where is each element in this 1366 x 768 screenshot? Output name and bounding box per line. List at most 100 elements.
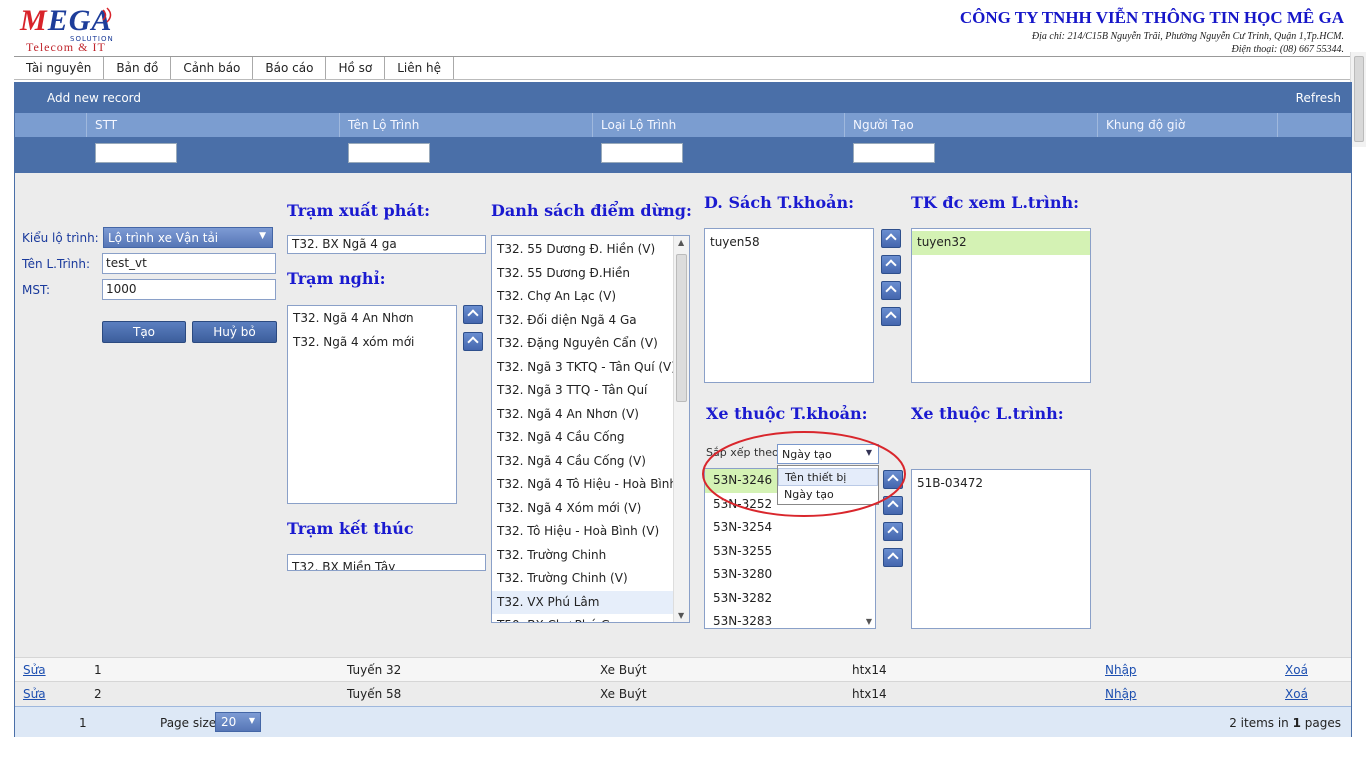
cell-stt: 1	[94, 663, 102, 677]
page-size-label: Page size:	[160, 716, 221, 730]
refresh-button[interactable]: Refresh	[1296, 91, 1341, 105]
list-item[interactable]: 53N-3283	[705, 610, 875, 628]
tao-button[interactable]: Tạo	[102, 321, 186, 343]
list-item[interactable]: T32. Ngã 3 TTQ - Tân Quí	[492, 379, 673, 403]
ds-tkhoan-title: D. Sách T.khoản:	[704, 193, 855, 212]
scroll-down-icon[interactable]: ▼	[866, 617, 872, 626]
cell-stt: 2	[94, 687, 102, 701]
cell-ten: Tuyến 58	[347, 687, 402, 701]
company-name: CÔNG TY TNHH VIỄN THÔNG TIN HỌC MÊ GA	[959, 8, 1344, 27]
header-khung-do-gio[interactable]: Khung độ giờ	[1098, 113, 1278, 137]
list-item[interactable]: T32. Ngã 4 xóm mới	[288, 331, 456, 355]
list-item[interactable]: T32. Ngã 4 Xóm mới (V)	[492, 497, 673, 521]
page-scrollbar[interactable]	[1350, 52, 1366, 147]
page-number[interactable]: 1	[79, 716, 87, 730]
add-new-record-button[interactable]: Add new record	[47, 91, 141, 105]
scroll-down-icon[interactable]: ▼	[678, 611, 684, 620]
huy-bo-button[interactable]: Huỷ bỏ	[192, 321, 277, 343]
table-row: Sửa 1 Tuyến 32 Xe Buýt htx14 Nhập Xoá	[15, 657, 1351, 681]
filter-nguoi-input[interactable]	[853, 143, 935, 163]
tk-xem-list[interactable]: tuyen32	[911, 228, 1091, 383]
move-up-button[interactable]	[883, 470, 903, 489]
list-item[interactable]: 53N-3282	[705, 587, 875, 611]
move-up-button[interactable]	[463, 305, 483, 324]
filter-stt-input[interactable]	[95, 143, 177, 163]
edit-link[interactable]: Sửa	[23, 687, 46, 701]
delete-link[interactable]: Xoá	[1285, 687, 1308, 701]
filter-ten-input[interactable]	[348, 143, 430, 163]
nhap-link[interactable]: Nhập	[1105, 663, 1137, 677]
list-item[interactable]: T32. Đặng Nguyên Cẩn (V)	[492, 332, 673, 356]
list-item[interactable]: T32. Ngã 3 TKTQ - Tân Quí (V)	[492, 356, 676, 380]
list-item[interactable]: T32. Chợ An Lạc (V)	[492, 285, 673, 309]
menu-ho-so[interactable]: Hồ sơ	[326, 57, 386, 79]
list-item[interactable]: T32. 55 Dương Đ.Hiền	[492, 262, 673, 286]
list-item[interactable]: 53N-3255	[705, 540, 875, 564]
cell-nguoi: htx14	[852, 687, 887, 701]
list-item[interactable]: T32. 55 Dương Đ. Hiền (V)	[492, 238, 673, 262]
move-up-button[interactable]	[881, 255, 901, 274]
sort-dropdown: Tên thiết bị Ngày tạo	[777, 465, 879, 505]
scrollbar-thumb[interactable]	[676, 254, 687, 402]
cell-nguoi: htx14	[852, 663, 887, 677]
list-item[interactable]: T32. Tô Hiệu - Hoà Bình (V)	[492, 520, 673, 544]
tram-nghi-list: T32. Ngã 4 An Nhơn T32. Ngã 4 xóm mới	[287, 305, 457, 504]
delete-link[interactable]: Xoá	[1285, 663, 1308, 677]
header-delete-spacer	[1278, 113, 1351, 137]
list-item[interactable]: T50. BX Chợ Phú Gn	[492, 614, 673, 622]
list-item[interactable]: T32. Ngã 4 Cầu Cống (V)	[492, 450, 673, 474]
sort-option-ngay-tao[interactable]: Ngày tạo	[778, 486, 878, 504]
header-ten-lo-trinh[interactable]: Tên Lộ Trình	[340, 113, 593, 137]
menu-tai-nguyen[interactable]: Tài nguyên	[14, 57, 105, 79]
list-item[interactable]: T32. Ngã 4 An Nhơn	[288, 307, 456, 331]
cell-loai: Xe Buýt	[600, 663, 647, 677]
company-address: Địa chỉ: 214/C15B Nguyễn Trãi, Phường Ng…	[1031, 31, 1344, 42]
menu-bao-cao[interactable]: Báo cáo	[253, 57, 327, 79]
list-item[interactable]: T32. Trường Chinh (V)	[492, 567, 673, 591]
move-up-button[interactable]	[883, 548, 903, 567]
list-item[interactable]: T32. Ngã 4 An Nhơn (V)	[492, 403, 673, 427]
ten-lo-trinh-input[interactable]: test_vt	[102, 253, 276, 274]
list-item[interactable]: T32. VX Phú Lâm	[492, 590, 673, 614]
tram-xuat-phat-input[interactable]: T32. BX Ngã 4 ga	[287, 235, 486, 254]
list-scrollbar[interactable]: ▲ ▼	[673, 236, 689, 622]
list-item[interactable]: T32. Ngã 4 Tô Hiệu - Hoà Bình	[492, 473, 677, 497]
move-up-button[interactable]	[881, 229, 901, 248]
xe-lt-list[interactable]: 51B-03472	[911, 469, 1091, 629]
sort-option-ten-thiet-bi[interactable]: Tên thiết bị	[778, 468, 878, 486]
page-size-select[interactable]: 20 ▼	[215, 712, 261, 732]
list-item[interactable]: T32. Đối diện Ngã 4 Ga	[492, 309, 673, 333]
header-stt[interactable]: STT	[87, 113, 340, 137]
menu-ban-do[interactable]: Bản đồ	[104, 57, 172, 79]
header-nguoi-tao[interactable]: Người Tạo	[845, 113, 1098, 137]
move-up-button[interactable]	[883, 496, 903, 515]
list-item[interactable]: tuyen58	[705, 231, 873, 255]
tram-nghi-title: Trạm nghỉ:	[287, 269, 386, 288]
company-phone: Điện thoại: (08) 667 55344.	[1231, 44, 1345, 55]
scroll-up-icon[interactable]: ▲	[678, 238, 684, 247]
kieu-lo-trinh-select[interactable]: Lộ trình xe Vận tải ▼	[103, 227, 273, 248]
mst-input[interactable]: 1000	[102, 279, 276, 300]
move-up-button[interactable]	[883, 522, 903, 541]
diem-dung-list[interactable]: T32. 55 Dương Đ. Hiền (V) T32. 55 Dương …	[491, 235, 690, 623]
list-item[interactable]: 53N-3280	[705, 563, 875, 587]
list-item[interactable]: T32. Ngã 4 Cầu Cống	[492, 426, 673, 450]
header-loai-lo-trinh[interactable]: Loại Lộ Trình	[593, 113, 845, 137]
menu-canh-bao[interactable]: Cảnh báo	[171, 57, 254, 79]
edit-link[interactable]: Sửa	[23, 663, 46, 677]
list-item[interactable]: T32. Trường Chinh	[492, 544, 673, 568]
sort-select[interactable]: Ngày tạo ▼	[777, 444, 879, 464]
menu-lien-he[interactable]: Liên hệ	[385, 57, 455, 79]
move-up-button[interactable]	[463, 332, 483, 351]
list-item[interactable]: tuyen32	[912, 231, 1090, 255]
tkhoan-list[interactable]: tuyen58	[704, 228, 874, 383]
tram-ket-thuc-input[interactable]: T32. BX Miền Tây	[287, 554, 486, 571]
move-up-button[interactable]	[881, 281, 901, 300]
nhap-link[interactable]: Nhập	[1105, 687, 1137, 701]
list-item[interactable]: 53N-3254	[705, 516, 875, 540]
move-up-button[interactable]	[881, 307, 901, 326]
filter-loai-input[interactable]	[601, 143, 683, 163]
list-item[interactable]: 51B-03472	[912, 472, 1090, 496]
logo: MEGA	[20, 4, 113, 37]
cell-ten: Tuyến 32	[347, 663, 402, 677]
